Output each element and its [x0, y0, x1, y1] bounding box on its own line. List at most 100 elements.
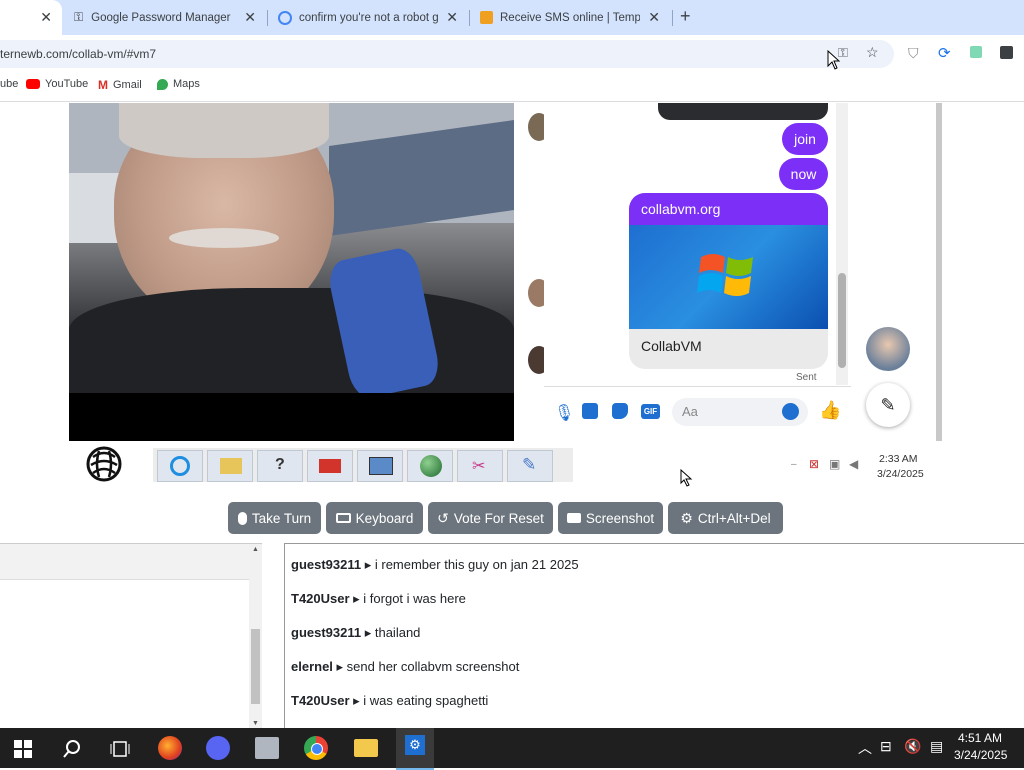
tray-volume-icon[interactable]: ◀ — [849, 457, 858, 471]
close-tab-icon[interactable]: ✕ — [244, 9, 256, 26]
user-list-scrollbar[interactable]: ▲ ▼ — [249, 544, 262, 734]
tab-captcha[interactable]: confirm you're not a robot goo ✕ — [270, 0, 468, 35]
bookmarks-bar: ube YouTube M Gmail Maps — [0, 73, 1024, 102]
ctrl-alt-del-button[interactable]: ⚙ Ctrl+Alt+Del — [668, 502, 783, 534]
vm-screen[interactable]: join now collabvm.org CollabVM Sent 🎙 GI… — [69, 103, 942, 441]
google-icon — [278, 10, 292, 25]
file-explorer-icon[interactable] — [354, 739, 378, 757]
tab-receive-sms[interactable]: Receive SMS online | Temporar ✕ — [472, 0, 670, 35]
chat-username[interactable]: T420User — [291, 693, 350, 708]
search-icon[interactable] — [62, 739, 82, 759]
gear-icon: ⚙ — [680, 509, 693, 526]
take-turn-button[interactable]: Take Turn — [228, 502, 321, 534]
tab-strip: ✕ ⚿ Google Password Manager ✕ confirm yo… — [0, 0, 1024, 35]
bookmark-youtube[interactable]: YouTube — [26, 78, 88, 90]
extension-icon[interactable] — [970, 46, 982, 58]
close-tab-icon[interactable]: ✕ — [40, 9, 52, 26]
globe-icon[interactable] — [407, 450, 453, 482]
thumbs-up-icon[interactable]: 👍 — [819, 400, 841, 421]
chevron-up-icon[interactable]: ︿ — [858, 738, 872, 758]
chat-text: send her collabvm screenshot — [346, 659, 520, 674]
chat-message: T420User ▸ i was eating spaghetti — [291, 693, 488, 709]
button-label: Keyboard — [355, 510, 414, 526]
sticker-icon[interactable] — [612, 403, 628, 419]
messenger-scrollbar[interactable] — [836, 103, 848, 385]
message-input[interactable]: Aa — [672, 398, 808, 426]
url-text: ternewb.com/collab-vm/#vm7 — [0, 47, 157, 61]
bookmark-label: Maps — [173, 78, 200, 90]
tools-icon[interactable]: ✂ — [457, 450, 503, 482]
close-tab-icon[interactable]: ✕ — [648, 9, 660, 26]
active-app-button[interactable]: ⚙ — [396, 728, 434, 770]
new-tab-button[interactable]: + — [680, 6, 691, 27]
windows-start-icon[interactable] — [14, 740, 32, 758]
clock-date[interactable]: 3/24/2025 — [954, 748, 1007, 762]
tray-network-icon[interactable]: ⊠ — [809, 457, 819, 471]
firefox-icon[interactable] — [158, 736, 182, 760]
tray-expand-icon[interactable]: – — [791, 459, 797, 470]
mail-icon[interactable] — [307, 450, 353, 482]
user-list-panel: ▲ ▼ — [0, 543, 262, 734]
link-preview-card[interactable]: collabvm.org CollabVM — [629, 193, 828, 369]
emoji-icon[interactable] — [782, 403, 799, 420]
chat-username[interactable]: T420User — [291, 591, 350, 606]
sent-status: Sent — [796, 372, 817, 383]
computer-icon[interactable] — [357, 450, 403, 482]
shield-extension-icon[interactable]: ⛉ — [908, 45, 919, 62]
bookmark-star-icon[interactable]: ☆ — [866, 44, 879, 61]
user-list-item[interactable] — [0, 544, 249, 580]
tab-password-manager[interactable]: ⚿ Google Password Manager ✕ — [66, 0, 266, 35]
clock-time[interactable]: 4:51 AM — [958, 731, 1002, 745]
link-domain: collabvm.org — [641, 201, 721, 217]
maps-icon — [157, 78, 168, 90]
close-tab-icon[interactable]: ✕ — [446, 9, 458, 26]
network-icon[interactable]: ⊟ — [880, 738, 892, 755]
bookmark-gmail[interactable]: M Gmail — [98, 78, 142, 92]
folder-icon[interactable] — [207, 450, 253, 482]
tray-display-icon[interactable]: ▣ — [829, 457, 840, 471]
tab-title: Receive SMS online | Temporar — [500, 11, 640, 24]
windows-taskbar: ⚙ ︿ ⊟ 🔇 4:51 AM 3/24/2025 ▤ — [0, 728, 1024, 770]
bookmark-item[interactable]: ube — [0, 78, 18, 90]
refresh-extension-icon[interactable]: ⟳ — [938, 44, 951, 62]
contact-avatar[interactable] — [866, 327, 910, 371]
extensions-puzzle-icon[interactable] — [1000, 46, 1013, 59]
microphone-icon[interactable]: 🎙 — [554, 403, 574, 423]
arrow-icon: ▸ — [349, 693, 364, 708]
bookmark-label: ube — [0, 78, 19, 90]
task-view-icon[interactable] — [110, 740, 130, 758]
discord-icon[interactable] — [206, 736, 230, 760]
paint-icon[interactable]: ✎ — [507, 450, 553, 482]
vote-for-reset-button[interactable]: ↺ Vote For Reset — [428, 502, 553, 534]
keyboard-button[interactable]: Keyboard — [326, 502, 423, 534]
chat-message: guest93211 ▸ thailand — [291, 625, 420, 641]
vm-clock-time: 2:33 AM — [879, 453, 918, 465]
message-placeholder: Aa — [682, 404, 698, 419]
chat-username[interactable]: guest93211 — [291, 625, 361, 640]
bookmark-maps[interactable]: Maps — [157, 78, 200, 90]
chat-username[interactable]: elernel — [291, 659, 333, 674]
chat-message: guest93211 ▸ i remember this guy on jan … — [291, 557, 579, 573]
webcam-video — [69, 103, 514, 401]
vm-taskbar: ? ✂ ✎ – ⊠ ▣ ◀ 2:33 AM 3/24/2025 — [69, 441, 942, 489]
key-icon: ⚿ — [74, 10, 84, 24]
screenshot-button[interactable]: Screenshot — [558, 502, 663, 534]
image-icon[interactable] — [582, 403, 598, 419]
compose-icon[interactable]: ✎ — [866, 383, 910, 427]
mouse-icon — [237, 511, 247, 525]
url-input[interactable]: ternewb.com/collab-vm/#vm7 ⚿ ☆ — [0, 40, 894, 68]
gif-icon[interactable]: GIF — [641, 404, 660, 419]
tab-active[interactable]: ✕ — [0, 0, 62, 35]
vm-mouse-cursor-icon — [680, 469, 693, 487]
volume-muted-icon[interactable]: 🔇 — [904, 738, 921, 755]
chat-username[interactable]: guest93211 — [291, 557, 361, 572]
notification-icon[interactable]: ▤ — [930, 738, 943, 755]
vm-clock-date: 3/24/2025 — [877, 468, 924, 480]
help-icon[interactable]: ? — [257, 450, 303, 482]
window-scrollbar[interactable] — [936, 103, 942, 441]
ie-icon[interactable] — [157, 450, 203, 482]
chrome-icon[interactable] — [304, 736, 328, 760]
arrow-icon: ▸ — [361, 625, 375, 640]
app-icon[interactable] — [255, 737, 279, 759]
chat-text: i was eating spaghetti — [363, 693, 489, 708]
